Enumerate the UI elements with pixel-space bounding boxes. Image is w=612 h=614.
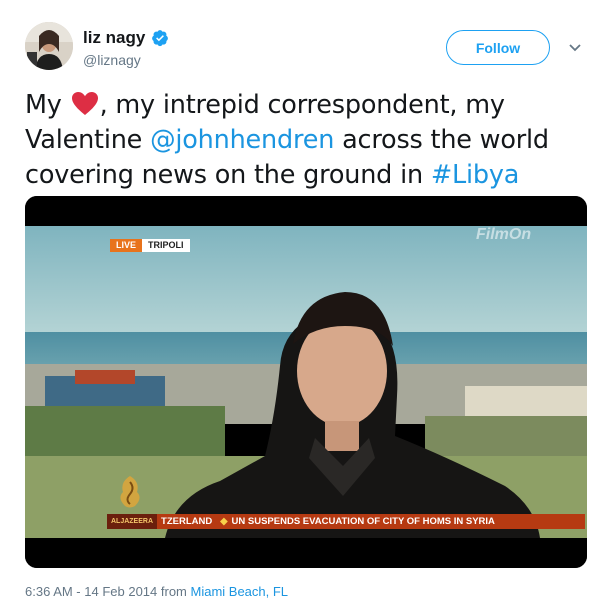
tweet-text-part: My xyxy=(25,90,70,120)
heart-emoji-icon xyxy=(71,91,99,116)
avatar[interactable] xyxy=(25,22,73,70)
user-handle[interactable]: @liznagy xyxy=(83,52,169,68)
timestamp-time[interactable]: 6:36 AM - 14 Feb 2014 xyxy=(25,584,157,599)
ticker-separator-icon: ◆ xyxy=(220,516,228,527)
hashtag-link[interactable]: #Libya xyxy=(431,160,520,190)
place-link[interactable]: Miami Beach, FL xyxy=(191,584,289,599)
timestamp-from: from xyxy=(157,584,191,599)
location-label: TRIPOLI xyxy=(142,239,190,252)
follow-button[interactable]: Follow xyxy=(446,30,550,65)
tweet-header: liz nagy @liznagy Follow xyxy=(25,22,590,78)
user-names: liz nagy @liznagy xyxy=(83,28,169,68)
tweet-text: My , my intrepid correspondent, my Valen… xyxy=(25,88,590,193)
tweet-timestamp: 6:36 AM - 14 Feb 2014 from Miami Beach, … xyxy=(25,584,288,599)
tweet-media-image[interactable]: LIVE TRIPOLI FilmOn ALJAZEERA TZERLAND ◆… xyxy=(25,196,587,568)
watermark: FilmOn xyxy=(476,226,532,243)
chevron-down-icon[interactable] xyxy=(568,40,582,54)
ticker-headline: UN SUSPENDS EVACUATION OF CITY OF HOMS I… xyxy=(231,516,495,527)
live-badge: LIVE TRIPOLI xyxy=(110,239,190,252)
display-name[interactable]: liz nagy xyxy=(83,28,145,48)
live-label: LIVE xyxy=(110,239,143,252)
verified-badge-icon xyxy=(151,29,169,47)
ticker-left-text: TZERLAND xyxy=(161,516,213,527)
aljazeera-logo-icon xyxy=(113,474,147,510)
mention-link[interactable]: @johnhendren xyxy=(150,125,334,155)
ticker-brand: ALJAZEERA xyxy=(107,514,158,529)
news-ticker: ALJAZEERA TZERLAND ◆ UN SUSPENDS EVACUAT… xyxy=(107,514,585,529)
